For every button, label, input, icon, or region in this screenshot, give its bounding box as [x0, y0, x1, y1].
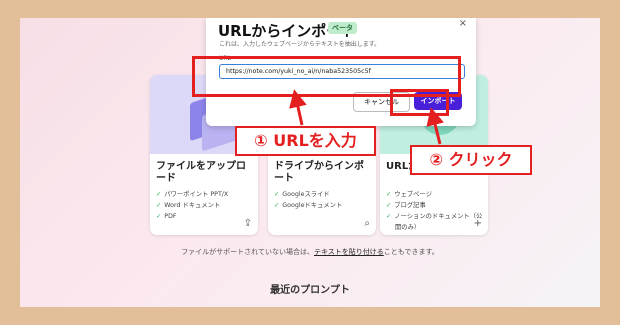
check-icon: ✓ [156, 191, 162, 198]
list-item: ✓ Googleスライド [274, 191, 330, 198]
upload-icon[interactable]: ⇪ [244, 218, 252, 229]
search-icon[interactable]: ⌕ [364, 218, 370, 229]
step1-callout: ① URLを入力 [235, 126, 376, 156]
list-item: 開のみ） [395, 224, 421, 231]
check-icon: ✓ [386, 213, 392, 220]
import-highlight-box [390, 89, 449, 116]
dialog-subtitle: これは、入力したウェブページからテキストを抽出します。 [219, 41, 381, 48]
card-title: ドライブからインポート [274, 161, 364, 184]
list-item: ✓ ブログ記事 [386, 202, 426, 209]
list-item: ✓ PDF [156, 213, 177, 220]
list-item: ✓ ノーションのドキュメント（公 [386, 213, 483, 220]
plus-icon[interactable]: + [474, 218, 482, 229]
paste-text-link[interactable]: テキストを貼り付ける [314, 248, 384, 256]
close-icon[interactable]: × [459, 18, 467, 29]
list-item: ✓ ウェブページ [386, 191, 432, 198]
check-icon: ✓ [274, 202, 280, 209]
recent-prompts-heading: 最近のプロンプト [270, 285, 350, 296]
list-item: ✓ パワーポイント PPT/X [156, 191, 229, 198]
card-title: ファイルをアップロード [156, 161, 246, 184]
check-icon: ✓ [386, 202, 392, 209]
check-icon: ✓ [274, 191, 280, 198]
check-icon: ✓ [156, 213, 162, 220]
step2-callout: ② クリック [410, 145, 532, 175]
list-item: ✓ Word ドキュメント [156, 202, 221, 209]
check-icon: ✓ [156, 202, 162, 209]
beta-badge: ベータ [328, 22, 357, 34]
check-icon: ✓ [386, 191, 392, 198]
list-item: ✓ Googleドキュメント [274, 202, 343, 209]
footnote: ファイルがサポートされていない場合は、テキストを貼り付けることもできます。 [181, 248, 439, 256]
